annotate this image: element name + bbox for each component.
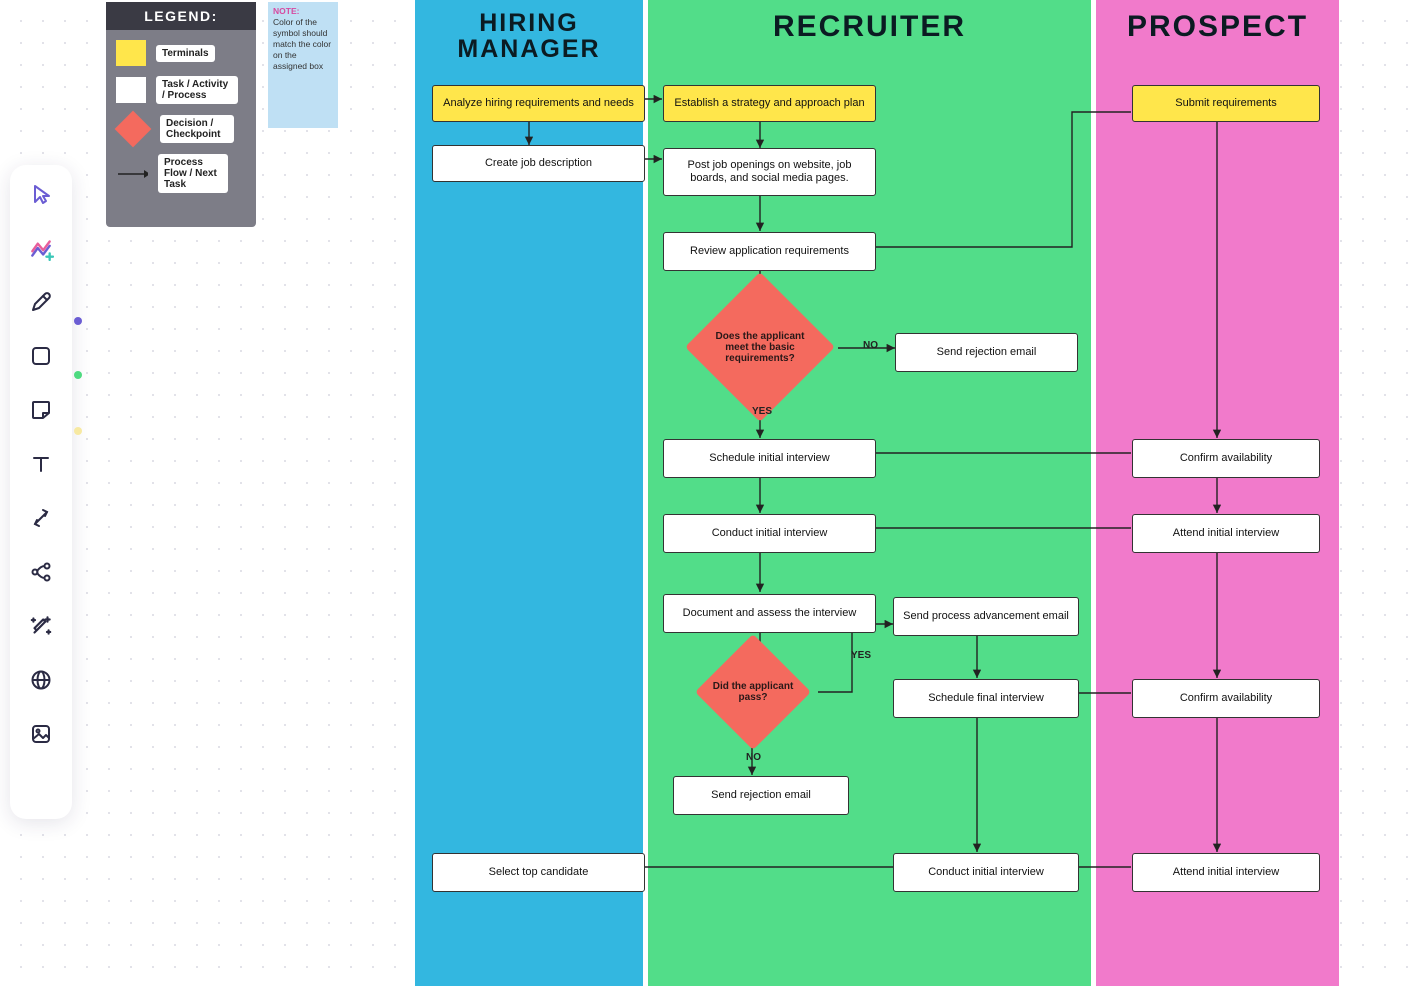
- node-confirm-availability-2[interactable]: Confirm availability: [1132, 679, 1320, 718]
- whiteboard-canvas[interactable]: LEGEND: Terminals Task / Activity / Proc…: [0, 0, 1426, 986]
- note-title: NOTE:: [273, 6, 299, 16]
- connector-tool[interactable]: [26, 503, 56, 533]
- node-select-candidate[interactable]: Select top candidate: [432, 853, 645, 892]
- label-yes-2: YES: [851, 650, 871, 661]
- label-yes-1: YES: [752, 406, 772, 417]
- left-toolbar: [10, 165, 72, 819]
- lane-hiring-manager-title: HIRING MANAGER: [415, 0, 643, 62]
- pen-color-indicator: [74, 317, 82, 325]
- node-schedule-initial[interactable]: Schedule initial interview: [663, 439, 876, 478]
- note-body: Color of the symbol should match the col…: [273, 17, 331, 71]
- shape-color-indicator: [74, 371, 82, 379]
- node-create-job-description[interactable]: Create job description: [432, 145, 645, 182]
- legend-task-swatch: [116, 77, 146, 103]
- legend-flow-swatch: [116, 168, 148, 180]
- node-submit-requirements[interactable]: Submit requirements: [1132, 85, 1320, 122]
- select-tool[interactable]: [26, 179, 56, 209]
- node-analyze-requirements[interactable]: Analyze hiring requirements and needs: [432, 85, 645, 122]
- sticky-color-indicator: [74, 427, 82, 435]
- node-send-rejection-2[interactable]: Send rejection email: [673, 776, 849, 815]
- legend-terminal-label: Terminals: [156, 45, 215, 62]
- pen-tool[interactable]: [26, 287, 56, 317]
- note-sticky[interactable]: NOTE: Color of the symbol should match t…: [268, 2, 338, 128]
- label-no-1: NO: [863, 340, 878, 351]
- legend-task-label: Task / Activity / Process: [156, 76, 238, 104]
- node-schedule-final[interactable]: Schedule final interview: [893, 679, 1079, 718]
- node-decision-basic-reqs[interactable]: Does the applicant meet the basic requir…: [685, 297, 835, 397]
- lane-prospect-title: PROSPECT: [1096, 0, 1339, 44]
- node-confirm-availability-1[interactable]: Confirm availability: [1132, 439, 1320, 478]
- legend-title: LEGEND:: [106, 2, 256, 30]
- lane-recruiter-title: RECRUITER: [648, 0, 1091, 44]
- legend-flow-label: Process Flow / Next Task: [158, 154, 228, 193]
- legend-terminal-swatch: [116, 40, 146, 66]
- node-post-openings[interactable]: Post job openings on website, job boards…: [663, 148, 876, 196]
- node-send-rejection-1[interactable]: Send rejection email: [895, 333, 1078, 372]
- node-conduct-initial[interactable]: Conduct initial interview: [663, 514, 876, 553]
- node-conduct-interview-2[interactable]: Conduct initial interview: [893, 853, 1079, 892]
- node-attend-initial-1[interactable]: Attend initial interview: [1132, 514, 1320, 553]
- effects-tool[interactable]: [26, 611, 56, 641]
- node-send-advancement[interactable]: Send process advancement email: [893, 597, 1079, 636]
- node-review-requirements[interactable]: Review application requirements: [663, 232, 876, 271]
- ai-assist-tool[interactable]: [26, 233, 56, 263]
- sticky-note-tool[interactable]: [26, 395, 56, 425]
- node-decision-pass[interactable]: Did the applicant pass?: [678, 642, 828, 742]
- text-tool[interactable]: [26, 449, 56, 479]
- shape-tool[interactable]: [26, 341, 56, 371]
- legend-decision-swatch: [115, 111, 152, 148]
- legend-card[interactable]: LEGEND: Terminals Task / Activity / Proc…: [106, 2, 256, 227]
- legend-decision-label: Decision / Checkpoint: [160, 115, 234, 143]
- label-no-2: NO: [746, 752, 761, 763]
- lane-prospect[interactable]: PROSPECT: [1096, 0, 1339, 986]
- node-attend-initial-2[interactable]: Attend initial interview: [1132, 853, 1320, 892]
- node-establish-strategy[interactable]: Establish a strategy and approach plan: [663, 85, 876, 122]
- mind-map-tool[interactable]: [26, 557, 56, 587]
- node-document-assess[interactable]: Document and assess the interview: [663, 594, 876, 633]
- widget-tool[interactable]: [26, 665, 56, 695]
- image-tool[interactable]: [26, 719, 56, 749]
